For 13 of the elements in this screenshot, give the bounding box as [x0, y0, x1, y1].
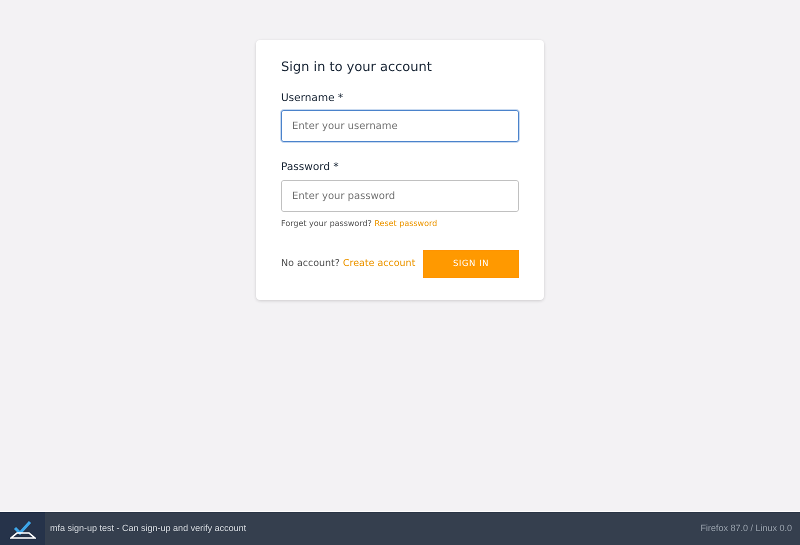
reset-password-link[interactable]: Reset password: [374, 219, 438, 228]
logo-icon: [0, 512, 45, 545]
no-account-text: No account? Create account: [281, 256, 416, 271]
form-title: Sign in to your account: [281, 60, 433, 76]
input-field[interactable]: Enter your password: [281, 180, 519, 212]
forgot-password-text: Forget your password? Reset password: [281, 218, 438, 230]
sign-in-button[interactable]: SIGN IN: [423, 250, 519, 278]
input-field[interactable]: Enter your username: [281, 110, 519, 142]
test-name: mfa sign-up test - Can sign-up and verify account: [50, 522, 248, 535]
create-account-link[interactable]: Create account: [342, 258, 416, 269]
field-label: Password *: [281, 160, 340, 176]
browser-info: Firefox 87.0 / Linux 0.0: [700, 522, 792, 535]
field-label: Username *: [281, 90, 344, 106]
